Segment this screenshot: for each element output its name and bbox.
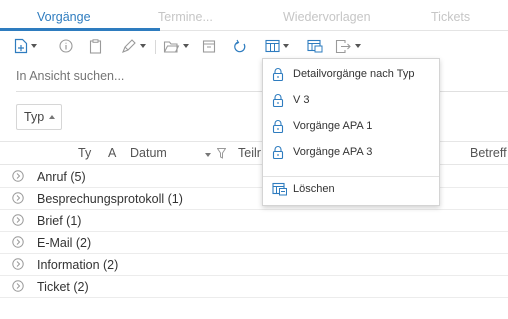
toolbar — [0, 32, 508, 60]
clipboard-button[interactable] — [89, 37, 102, 55]
filter-icon[interactable] — [217, 148, 226, 159]
menu-item-view[interactable]: Vorgänge APA 3 — [263, 141, 439, 165]
refresh-button[interactable] — [233, 37, 247, 55]
menu-item-view[interactable]: V 3 — [263, 89, 439, 113]
chevron-down-icon — [183, 44, 189, 48]
open-folder-icon — [163, 40, 180, 53]
group-row[interactable]: Ticket (2) — [0, 276, 508, 298]
lock-icon — [272, 68, 284, 82]
menu-item-view[interactable]: Vorgänge APA 1 — [263, 115, 439, 139]
tab-vorgaenge[interactable]: Vorgänge — [37, 10, 91, 24]
view-delete-icon — [272, 182, 287, 196]
group-label: Information (2) — [37, 258, 119, 272]
menu-item-delete[interactable]: Löschen — [263, 178, 439, 202]
new-item-icon — [14, 38, 28, 54]
archive-button[interactable] — [202, 37, 216, 55]
sort-up-icon — [49, 115, 56, 119]
active-tab-indicator — [0, 28, 160, 31]
view-manage-button[interactable] — [307, 37, 323, 55]
group-by-chip[interactable]: Typ — [16, 104, 62, 130]
tab-wiedervorlagen[interactable]: Wiedervorlagen — [283, 10, 371, 24]
view-dropdown-menu: Detailvorgänge nach Typ V 3 Vorgänge APA… — [262, 58, 440, 206]
expand-icon[interactable] — [12, 258, 24, 270]
group-label: Brief (1) — [37, 214, 82, 228]
menu-item-view[interactable]: Detailvorgänge nach Typ — [263, 63, 439, 87]
edit-button[interactable] — [121, 37, 146, 55]
group-row[interactable]: E-Mail (2) — [0, 232, 508, 254]
expand-icon[interactable] — [12, 280, 24, 292]
view-manage-icon — [307, 39, 323, 53]
new-item-button[interactable] — [14, 37, 37, 55]
column-header-betreff[interactable]: Betreff — [470, 146, 507, 160]
view-columns-icon — [265, 39, 280, 53]
chevron-down-icon — [140, 44, 146, 48]
menu-item-label: Vorgänge APA 1 — [293, 120, 373, 132]
lock-icon — [272, 94, 284, 108]
menu-item-label: Löschen — [293, 183, 335, 195]
tab-tickets[interactable]: Tickets — [431, 10, 470, 24]
column-header-datum[interactable]: Datum — [130, 146, 167, 160]
expand-icon[interactable] — [12, 236, 24, 248]
search-input[interactable] — [16, 69, 256, 83]
toolbar-divider — [155, 40, 156, 54]
chevron-down-icon — [283, 44, 289, 48]
info-button[interactable] — [59, 37, 73, 55]
group-label: Ticket (2) — [37, 280, 89, 294]
menu-item-label: Detailvorgänge nach Typ — [293, 68, 415, 80]
group-row[interactable]: Information (2) — [0, 254, 508, 276]
expand-icon[interactable] — [12, 214, 24, 226]
lock-icon — [272, 120, 284, 134]
edit-pen-icon — [122, 39, 136, 53]
menu-item-label: V 3 — [293, 94, 310, 106]
column-header-teilnehmer[interactable]: Teilr — [238, 146, 261, 160]
view-select-button[interactable] — [265, 37, 289, 55]
archive-icon — [202, 39, 216, 53]
tab-bar: Vorgänge Termine... Wiedervorlagen Ticke… — [0, 0, 508, 31]
open-button[interactable] — [163, 37, 189, 55]
info-icon — [59, 39, 73, 53]
menu-item-label: Vorgänge APA 3 — [293, 146, 373, 158]
export-icon — [335, 39, 351, 53]
group-row[interactable]: Brief (1) — [0, 210, 508, 232]
group-label: E-Mail (2) — [37, 236, 92, 250]
chevron-down-icon — [355, 44, 361, 48]
clipboard-icon — [89, 38, 102, 54]
menu-divider — [263, 176, 439, 177]
lock-icon — [272, 146, 284, 160]
group-label: Anruf (5) — [37, 170, 86, 184]
export-button[interactable] — [335, 37, 361, 55]
column-header-typ[interactable]: Ty — [78, 146, 91, 160]
chevron-down-icon — [31, 44, 37, 48]
tab-termine[interactable]: Termine... — [158, 10, 213, 24]
expand-icon[interactable] — [12, 192, 24, 204]
refresh-icon — [234, 39, 246, 52]
sort-desc-icon — [205, 153, 211, 157]
column-header-a[interactable]: A — [108, 146, 116, 160]
expand-icon[interactable] — [12, 170, 24, 182]
group-label: Besprechungsprotokoll (1) — [37, 192, 183, 206]
group-by-label: Typ — [24, 110, 45, 124]
